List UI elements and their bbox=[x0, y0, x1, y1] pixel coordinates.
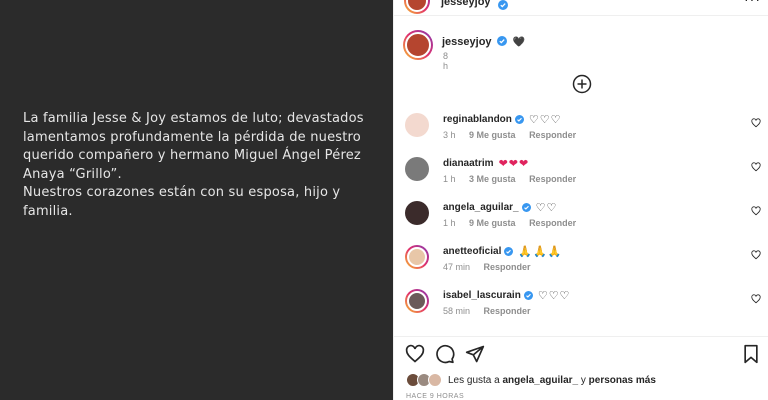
caption-username-row: jesseyjoy 🖤 bbox=[442, 36, 525, 48]
post-text-line: La familia Jesse & Joy estamos de luto; … bbox=[23, 111, 364, 126]
post-actions-bar bbox=[394, 344, 768, 366]
comment-avatar[interactable] bbox=[405, 201, 429, 225]
likes-summary: Les gusta a angela_aguilar_ y personas m… bbox=[406, 373, 656, 387]
load-more-comments-icon[interactable] bbox=[572, 74, 592, 94]
like-comment-icon[interactable] bbox=[751, 206, 761, 216]
comment-text: ♡♡♡ bbox=[537, 290, 571, 302]
share-icon[interactable] bbox=[465, 344, 485, 364]
reply-button[interactable]: Responder bbox=[484, 262, 531, 272]
comment-item: reginablandon ♡♡♡ 3 h 9 Me gusta Respond… bbox=[394, 108, 768, 148]
post-text-line: Nuestros corazones están con su esposa, … bbox=[23, 185, 341, 200]
like-comment-icon[interactable] bbox=[751, 162, 761, 172]
comment-username[interactable]: angela_aguilar_ bbox=[443, 202, 519, 213]
comment-time: 58 min bbox=[443, 306, 471, 316]
save-bookmark-icon[interactable] bbox=[741, 344, 761, 364]
comment-avatar[interactable] bbox=[405, 245, 429, 269]
actions-divider bbox=[394, 336, 768, 337]
likes-others-link[interactable]: personas más bbox=[589, 375, 656, 386]
comment-line: anetteoficial 🙏🙏🙏 bbox=[443, 245, 562, 258]
comment-item: dianaatrim ❤❤❤ 1 h 3 Me gusta Responder bbox=[394, 152, 768, 192]
more-options-icon[interactable]: ··· bbox=[744, 0, 761, 7]
comment-time: 47 min bbox=[443, 262, 471, 272]
comment-likes[interactable]: 3 Me gusta bbox=[469, 174, 516, 184]
reply-button[interactable]: Responder bbox=[484, 306, 531, 316]
comment-avatar[interactable] bbox=[405, 157, 429, 181]
comment-line: isabel_lascurain ♡♡♡ bbox=[443, 289, 570, 302]
post-text-line: familia. bbox=[23, 203, 73, 219]
caption-username[interactable]: jesseyjoy bbox=[442, 36, 492, 48]
comment-line: dianaatrim ❤❤❤ bbox=[443, 157, 529, 170]
comment-meta: 1 h 9 Me gusta Responder bbox=[443, 218, 587, 228]
comments-panel: jesseyjoy ··· jesseyjoy 🖤 8 h reginablan… bbox=[393, 0, 768, 400]
comment-username[interactable]: anetteoficial bbox=[443, 246, 501, 257]
verified-badge-icon bbox=[514, 115, 524, 124]
comment-meta: 47 min Responder bbox=[443, 262, 542, 272]
comment-text: ♡♡♡ bbox=[528, 114, 562, 126]
verified-badge-icon bbox=[504, 247, 514, 256]
reply-button[interactable]: Responder bbox=[529, 174, 576, 184]
comment-time: 1 h bbox=[443, 218, 456, 228]
likes-joiner: y bbox=[580, 374, 586, 386]
like-comment-icon[interactable] bbox=[751, 294, 761, 304]
comment-line: angela_aguilar_ ♡♡ bbox=[443, 201, 557, 214]
like-comment-icon[interactable] bbox=[751, 118, 761, 128]
comment-text: 🙏🙏🙏 bbox=[518, 246, 563, 258]
verified-badge-icon bbox=[523, 291, 533, 300]
comment-item: anetteoficial 🙏🙏🙏 47 min Responder bbox=[394, 240, 768, 280]
liker-avatars bbox=[406, 373, 444, 387]
post-text-line: lamentamos profundamente la pérdida de n… bbox=[23, 129, 361, 145]
comment-likes[interactable]: 9 Me gusta bbox=[469, 130, 516, 140]
post-text-line: Anaya “Grillo”. bbox=[23, 166, 122, 182]
comment-meta: 58 min Responder bbox=[443, 306, 542, 316]
post-image[interactable]: La familia Jesse & Joy estamos de luto; … bbox=[0, 0, 393, 400]
comments-list[interactable]: reginablandon ♡♡♡ 3 h 9 Me gusta Respond… bbox=[394, 108, 768, 336]
comment-text: ❤❤❤ bbox=[498, 158, 530, 170]
like-comment-icon[interactable] bbox=[751, 250, 761, 260]
header-username[interactable]: jesseyjoy bbox=[441, 0, 491, 8]
comment-avatar[interactable] bbox=[405, 289, 429, 313]
like-icon[interactable] bbox=[405, 344, 425, 364]
likes-user-link[interactable]: angela_aguilar_ bbox=[503, 375, 579, 386]
comment-time: 1 h bbox=[443, 174, 456, 184]
post-timestamp: HACE 9 HORAS bbox=[406, 393, 465, 400]
author-avatar[interactable] bbox=[404, 0, 430, 14]
post-caption-image-text: La familia Jesse & Joy estamos de luto; … bbox=[23, 110, 383, 221]
reply-button[interactable]: Responder bbox=[529, 130, 576, 140]
comment-likes[interactable]: 9 Me gusta bbox=[469, 218, 516, 228]
comment-username[interactable]: reginablandon bbox=[443, 114, 512, 125]
caption-emoji: 🖤 bbox=[512, 37, 526, 48]
post-text-line: querido compañero y hermano Miguel Ángel… bbox=[23, 148, 361, 163]
verified-badge-icon bbox=[496, 36, 507, 46]
post-header: jesseyjoy ··· bbox=[394, 0, 768, 16]
comment-line: reginablandon ♡♡♡ bbox=[443, 113, 562, 126]
liker-avatar bbox=[428, 373, 442, 387]
comment-avatar[interactable] bbox=[405, 113, 429, 137]
comment-time: 3 h bbox=[443, 130, 456, 140]
comment-meta: 3 h 9 Me gusta Responder bbox=[443, 130, 587, 140]
comment-item: isabel_lascurain ♡♡♡ 58 min Responder bbox=[394, 284, 768, 324]
comment-meta: 1 h 3 Me gusta Responder bbox=[443, 174, 587, 184]
comment-text: ♡♡ bbox=[535, 202, 558, 214]
verified-badge-icon bbox=[498, 0, 508, 15]
verified-badge-icon bbox=[521, 203, 531, 212]
comment-icon[interactable] bbox=[435, 344, 455, 364]
comment-username[interactable]: dianaatrim bbox=[443, 158, 494, 169]
reply-button[interactable]: Responder bbox=[529, 218, 576, 228]
comment-item: angela_aguilar_ ♡♡ 1 h 9 Me gusta Respon… bbox=[394, 196, 768, 236]
caption-avatar[interactable] bbox=[403, 30, 433, 60]
caption-time: 8 h bbox=[443, 51, 449, 71]
comment-username[interactable]: isabel_lascurain bbox=[443, 290, 521, 301]
likes-prefix: Les gusta a bbox=[448, 374, 500, 386]
